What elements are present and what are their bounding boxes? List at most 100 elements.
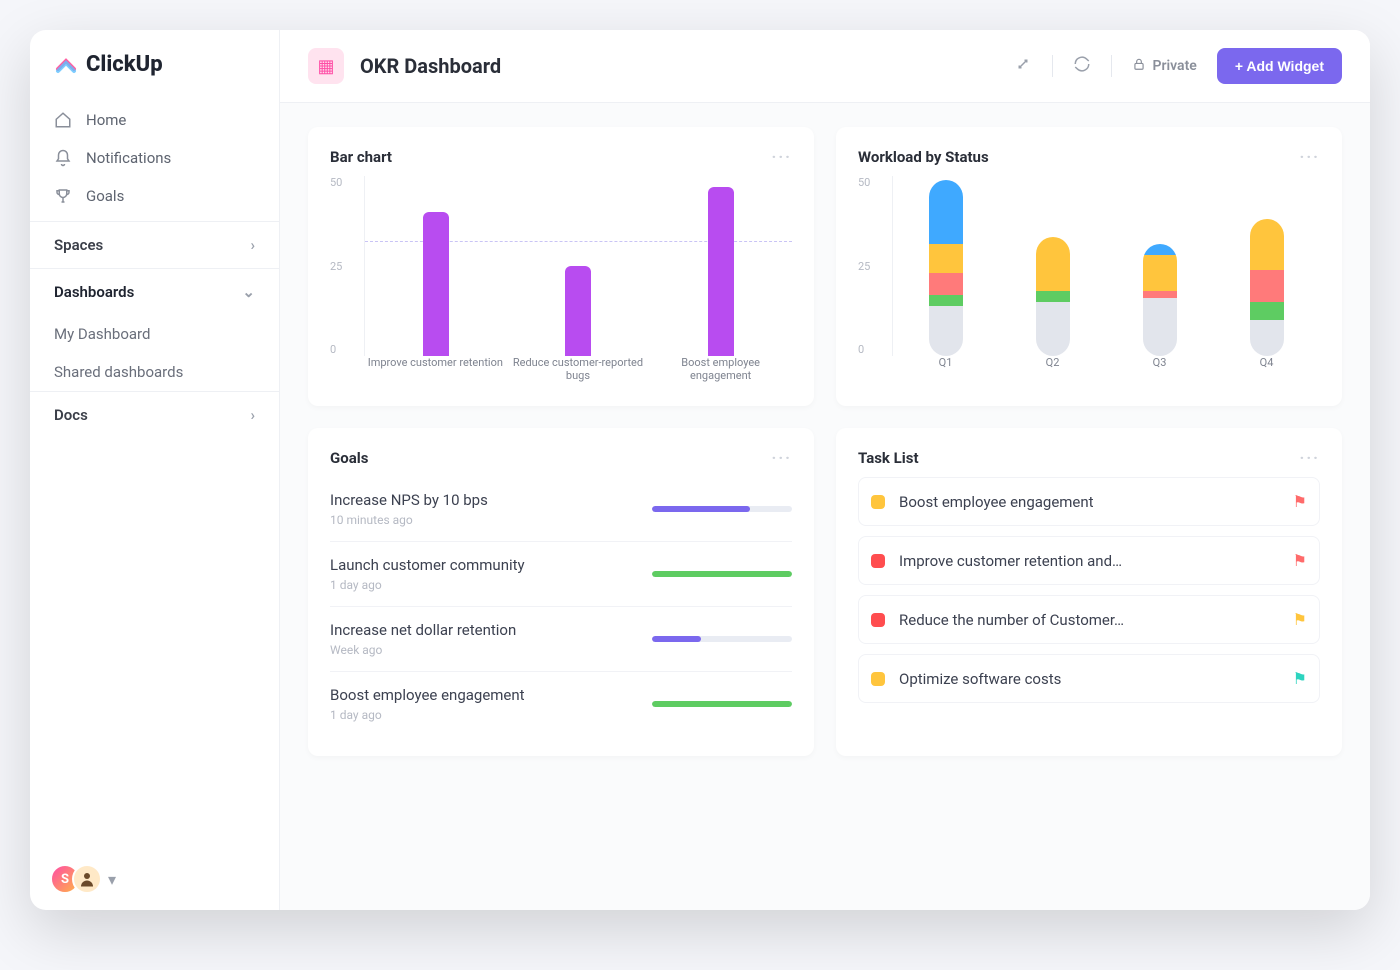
caret-down-icon[interactable]: ▾ xyxy=(108,870,116,889)
x-label: Q3 xyxy=(1106,356,1213,386)
sidebar: ClickUp Home Notifications Goals xyxy=(30,30,280,910)
sidebar-item-label: Goals xyxy=(86,187,124,205)
goal-row[interactable]: Increase net dollar retention Week ago xyxy=(330,606,792,671)
card-more-icon[interactable]: ··· xyxy=(772,448,792,467)
goal-title: Increase net dollar retention xyxy=(330,621,516,639)
privacy-toggle[interactable]: Private xyxy=(1132,57,1196,75)
x-label: Q1 xyxy=(892,356,999,386)
grid-icon: ▦ xyxy=(317,56,334,77)
refresh-icon[interactable] xyxy=(1073,55,1091,77)
trophy-icon xyxy=(54,187,72,205)
bar[interactable] xyxy=(708,187,734,356)
flag-icon[interactable]: ⚑ xyxy=(1293,669,1307,688)
y-tick: 50 xyxy=(330,176,358,189)
card-more-icon[interactable]: ··· xyxy=(1300,147,1320,166)
status-square-icon xyxy=(871,495,885,509)
home-icon xyxy=(54,111,72,129)
x-label: Boost employee engagement xyxy=(650,356,791,386)
y-tick: 0 xyxy=(330,343,358,356)
section-label: Dashboards xyxy=(54,283,134,301)
divider xyxy=(1111,55,1112,77)
goal-subtitle: Week ago xyxy=(330,643,516,657)
topbar: ▦ OKR Dashboard Private + Add Widget xyxy=(280,30,1370,103)
clickup-logo-icon xyxy=(54,53,78,77)
y-tick: 50 xyxy=(858,176,886,189)
task-label: Boost employee engagement xyxy=(899,493,1279,511)
goal-row[interactable]: Increase NPS by 10 bps 10 minutes ago xyxy=(330,477,792,541)
stacked-bar-chart: 50 25 0 Q1Q2Q3Q4 xyxy=(858,176,1320,386)
sidebar-section-docs[interactable]: Docs › xyxy=(30,391,279,438)
sidebar-item-goals[interactable]: Goals xyxy=(30,177,279,215)
task-row[interactable]: Boost employee engagement ⚑ xyxy=(858,477,1320,526)
bar[interactable] xyxy=(423,212,449,356)
section-label: Spaces xyxy=(54,236,103,254)
avatar[interactable] xyxy=(72,864,102,894)
section-label: Docs xyxy=(54,406,88,424)
brand-name: ClickUp xyxy=(86,52,163,77)
sidebar-item-my-dashboard[interactable]: My Dashboard xyxy=(30,315,279,353)
flag-icon[interactable]: ⚑ xyxy=(1293,610,1307,629)
goal-title: Boost employee engagement xyxy=(330,686,525,704)
task-row[interactable]: Optimize software costs ⚑ xyxy=(858,654,1320,703)
sidebar-item-shared-dashboards[interactable]: Shared dashboards xyxy=(30,353,279,391)
card-title: Task List xyxy=(858,449,919,467)
flag-icon[interactable]: ⚑ xyxy=(1293,492,1307,511)
x-label: Improve customer retention xyxy=(365,356,506,386)
card-title: Bar chart xyxy=(330,148,392,166)
y-tick: 25 xyxy=(330,260,358,273)
chevron-right-icon: › xyxy=(250,406,255,424)
goal-row[interactable]: Boost employee engagement 1 day ago xyxy=(330,671,792,736)
sidebar-item-home[interactable]: Home xyxy=(30,101,279,139)
lock-icon xyxy=(1132,57,1146,75)
sidebar-item-notifications[interactable]: Notifications xyxy=(30,139,279,177)
stacked-bar[interactable] xyxy=(1250,219,1284,356)
card-title: Workload by Status xyxy=(858,148,989,166)
goal-subtitle: 1 day ago xyxy=(330,708,525,722)
stacked-bar[interactable] xyxy=(929,180,963,356)
bar[interactable] xyxy=(565,266,591,356)
goal-title: Increase NPS by 10 bps xyxy=(330,491,488,509)
task-label: Improve customer retention and… xyxy=(899,552,1279,570)
add-widget-button[interactable]: + Add Widget xyxy=(1217,48,1342,84)
status-square-icon xyxy=(871,613,885,627)
task-row[interactable]: Improve customer retention and… ⚑ xyxy=(858,536,1320,585)
dashboard-grid: Bar chart ··· 50 25 0 Improve customer r… xyxy=(280,103,1370,780)
status-square-icon xyxy=(871,672,885,686)
dashboard-app-icon: ▦ xyxy=(308,48,344,84)
progress-bar xyxy=(652,571,792,577)
expand-icon[interactable] xyxy=(1014,55,1032,77)
card-tasks: Task List ··· Boost employee engagement … xyxy=(836,428,1342,756)
sidebar-section-spaces[interactable]: Spaces › xyxy=(30,221,279,268)
card-more-icon[interactable]: ··· xyxy=(1300,448,1320,467)
card-bar-chart: Bar chart ··· 50 25 0 Improve customer r… xyxy=(308,127,814,406)
progress-bar xyxy=(652,701,792,707)
goal-subtitle: 1 day ago xyxy=(330,578,525,592)
divider xyxy=(1052,55,1053,77)
bar-chart: 50 25 0 Improve customer retentionReduce… xyxy=(330,176,792,386)
card-workload: Workload by Status ··· 50 25 0 Q1Q2Q3Q4 xyxy=(836,127,1342,406)
x-label: Q2 xyxy=(999,356,1106,386)
x-label: Reduce customer-reported bugs xyxy=(507,356,648,386)
card-more-icon[interactable]: ··· xyxy=(772,147,792,166)
stacked-bar[interactable] xyxy=(1036,237,1070,356)
goal-subtitle: 10 minutes ago xyxy=(330,513,488,527)
task-row[interactable]: Reduce the number of Customer… ⚑ xyxy=(858,595,1320,644)
privacy-label: Private xyxy=(1152,58,1196,74)
progress-bar xyxy=(652,506,792,512)
main-area: ▦ OKR Dashboard Private + Add Widget xyxy=(280,30,1370,910)
goal-title: Launch customer community xyxy=(330,556,525,574)
goal-row[interactable]: Launch customer community 1 day ago xyxy=(330,541,792,606)
sidebar-section-dashboards[interactable]: Dashboards ⌄ xyxy=(30,268,279,315)
y-tick: 25 xyxy=(858,260,886,273)
status-square-icon xyxy=(871,554,885,568)
brand-logo[interactable]: ClickUp xyxy=(30,30,279,95)
stacked-bar[interactable] xyxy=(1143,244,1177,356)
app-window: ClickUp Home Notifications Goals xyxy=(30,30,1370,910)
sidebar-item-label: Notifications xyxy=(86,149,171,167)
x-label: Q4 xyxy=(1213,356,1320,386)
y-tick: 0 xyxy=(858,343,886,356)
flag-icon[interactable]: ⚑ xyxy=(1293,551,1307,570)
user-avatars[interactable]: S ▾ xyxy=(30,848,279,910)
task-label: Optimize software costs xyxy=(899,670,1279,688)
bell-icon xyxy=(54,149,72,167)
